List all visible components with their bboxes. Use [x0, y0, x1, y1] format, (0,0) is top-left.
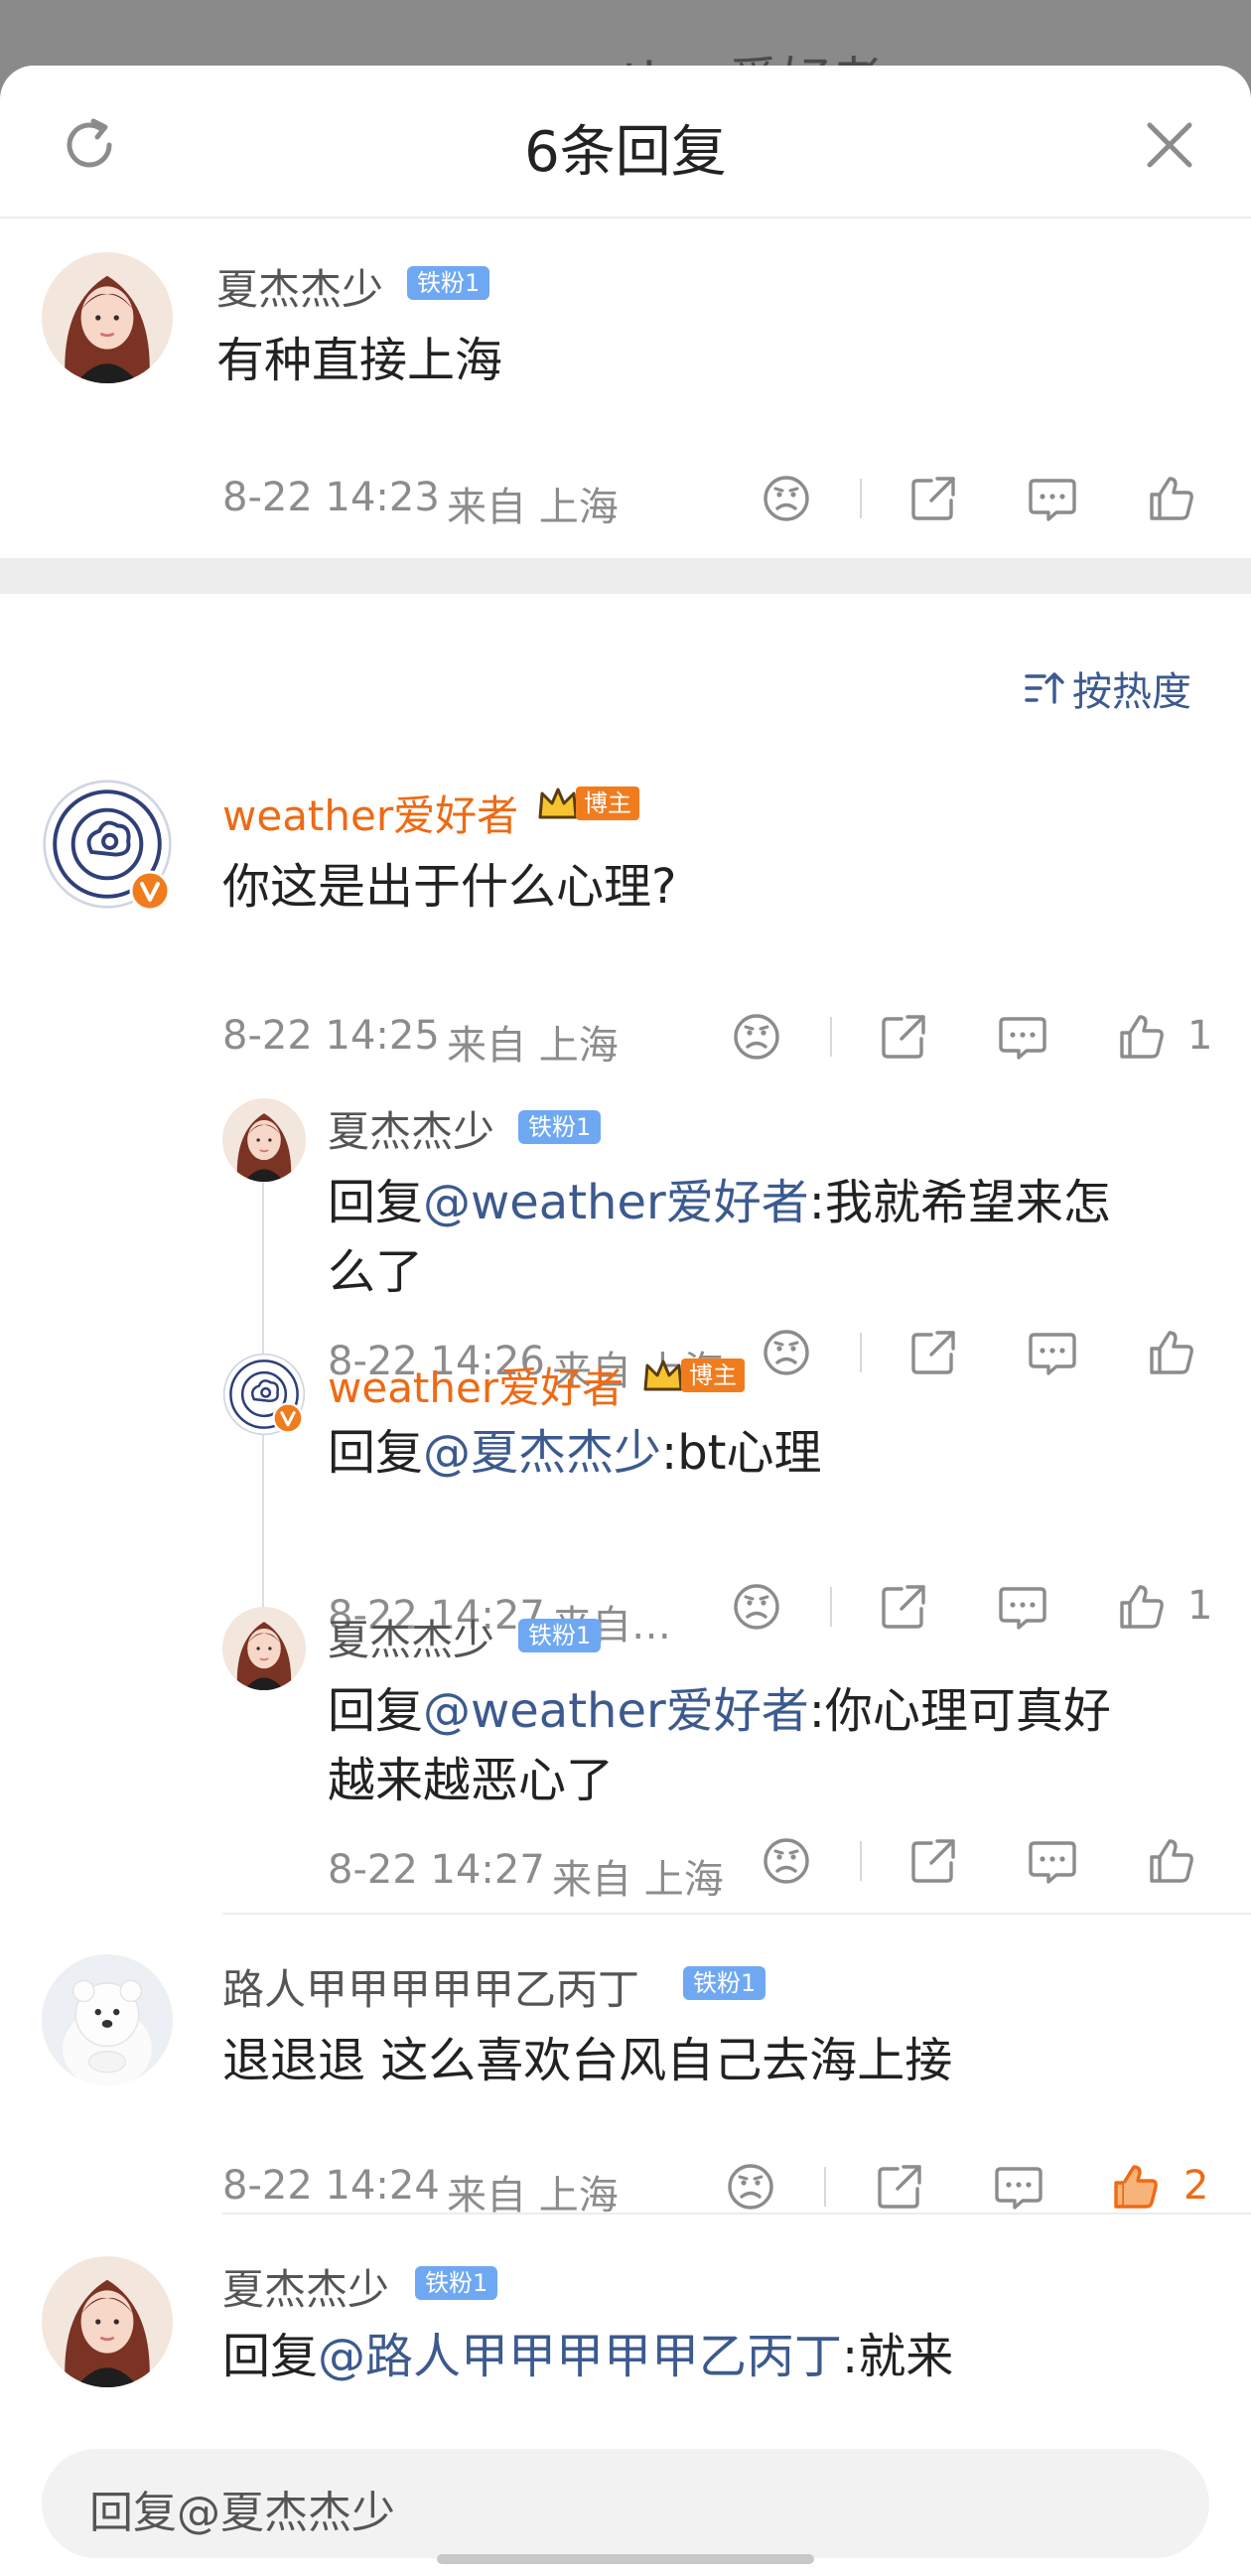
dislike-icon[interactable]	[725, 2161, 776, 2213]
comment-text: 回复@weather爱好者:你心理可真好	[328, 1676, 1111, 1746]
comment-location: 来自 上海	[447, 1023, 619, 1069]
avatar[interactable]	[222, 1607, 306, 1690]
username[interactable]: 夏杰杰少	[216, 256, 383, 317]
like-icon[interactable]	[1146, 473, 1197, 524]
share-icon[interactable]	[878, 1581, 929, 1633]
username[interactable]: 夏杰杰少	[328, 1607, 494, 1667]
sort-icon	[1025, 672, 1064, 704]
avatar[interactable]	[42, 1954, 173, 2085]
avatar[interactable]	[42, 252, 173, 383]
comment-text: 你这是出于什么心理?	[222, 859, 677, 915]
divider	[824, 2167, 826, 2207]
comment-time: 8-22 14:27	[328, 1847, 545, 1893]
comment-icon[interactable]	[1027, 1835, 1078, 1887]
section-divider	[0, 558, 1251, 594]
avatar[interactable]	[222, 1098, 306, 1182]
username[interactable]: 夏杰杰少	[222, 2256, 389, 2317]
comment-icon[interactable]	[1027, 1327, 1078, 1378]
username[interactable]: weather爱好者	[328, 1355, 624, 1415]
like-count: 1	[1187, 1013, 1213, 1059]
dislike-icon[interactable]	[761, 1327, 812, 1378]
username[interactable]: weather爱好者	[222, 783, 518, 843]
comment-time: 8-22 14:25	[222, 1013, 440, 1059]
crown-icon	[538, 787, 578, 819]
share-icon[interactable]	[878, 1011, 929, 1063]
comment-icon[interactable]	[1027, 473, 1078, 524]
fan-badge: 铁粉1	[407, 266, 490, 300]
avatar[interactable]	[42, 2256, 173, 2387]
divider	[222, 2213, 1251, 2215]
divider	[860, 479, 862, 518]
like-icon[interactable]	[1116, 1011, 1168, 1063]
like-icon-active[interactable]	[1110, 2161, 1162, 2213]
divider	[860, 1841, 862, 1881]
reply-prefix: 回复	[328, 1683, 424, 1739]
share-icon[interactable]	[907, 473, 959, 524]
comment-text: 回复@路人甲甲甲甲甲乙丙丁:就来	[222, 2322, 953, 2391]
like-count: 1	[1187, 1583, 1213, 1629]
divider	[830, 1017, 832, 1057]
reply-input[interactable]: 回复@夏杰杰少	[42, 2449, 1209, 2558]
host-badge-label: 博主	[681, 1359, 745, 1392]
username[interactable]: 路人甲甲甲甲甲乙丙丁	[222, 1956, 639, 2017]
like-icon[interactable]	[1146, 1835, 1197, 1887]
close-icon[interactable]	[1140, 115, 1199, 175]
host-badge: 博主	[641, 1357, 745, 1394]
mention-link[interactable]: @夏杰杰少	[423, 1425, 661, 1481]
dislike-icon[interactable]	[731, 1011, 782, 1063]
dislike-icon[interactable]	[761, 1835, 812, 1887]
reply-text: :bt心理	[661, 1425, 822, 1481]
comment-time: 8-22 14:23	[222, 475, 440, 520]
fan-badge: 铁粉1	[518, 1619, 602, 1652]
comment-location: 来自 上海	[447, 485, 619, 530]
comment-icon[interactable]	[993, 2161, 1044, 2213]
comment-icon[interactable]	[997, 1011, 1048, 1063]
reply-prefix: 回复	[328, 1175, 424, 1230]
comment-text: 有种直接上海	[216, 333, 503, 388]
share-icon[interactable]	[874, 2161, 925, 2213]
host-badge: 博主	[536, 785, 639, 822]
home-indicator	[437, 2554, 814, 2564]
crown-icon	[643, 1360, 683, 1391]
comment-text: 回复@weather爱好者:我就希望来怎	[328, 1168, 1111, 1237]
dislike-icon[interactable]	[731, 1581, 782, 1633]
fan-badge: 铁粉1	[518, 1110, 602, 1144]
like-icon[interactable]	[1116, 1581, 1168, 1633]
dislike-icon[interactable]	[761, 473, 812, 524]
divider	[222, 1913, 1251, 1915]
reply-prefix: 回复	[328, 1425, 424, 1481]
fan-badge: 铁粉1	[683, 1966, 766, 2000]
comment-icon[interactable]	[997, 1581, 1048, 1633]
share-icon[interactable]	[907, 1835, 959, 1887]
replies-sheet: 6条回复 夏杰杰少 铁粉1 有种直接上海 8-22 14:23 来自 上海 按热…	[0, 66, 1251, 2576]
like-icon[interactable]	[1146, 1327, 1197, 1378]
sort-button[interactable]: 按热度	[1023, 659, 1191, 717]
verified-icon	[129, 870, 171, 912]
reply-text: :就来	[842, 2329, 954, 2384]
reply-text: :你心理可真好	[808, 1683, 1111, 1739]
divider	[860, 1333, 862, 1372]
host-badge-label: 博主	[576, 787, 639, 820]
divider	[830, 1587, 832, 1627]
mention-link[interactable]: @路人甲甲甲甲甲乙丙丁	[318, 2329, 842, 2384]
like-count: 2	[1183, 2163, 1209, 2209]
mention-link[interactable]: @weather爱好者	[423, 1175, 809, 1230]
comment-text: 退退退 这么喜欢台风自己去海上接	[222, 2033, 953, 2088]
comment-text-continued: 越来越恶心了	[328, 1753, 615, 1808]
sort-label: 按热度	[1072, 669, 1191, 715]
comment-text: 回复@夏杰杰少:bt心理	[328, 1418, 822, 1488]
comment-text-continued: 么了	[328, 1244, 424, 1300]
username[interactable]: 夏杰杰少	[328, 1098, 494, 1159]
share-icon[interactable]	[907, 1327, 959, 1378]
reply-input-placeholder: 回复@夏杰杰少	[89, 2488, 395, 2538]
fan-badge: 铁粉1	[415, 2266, 498, 2300]
comment-location: 来自 上海	[552, 1857, 724, 1903]
sheet-header: 6条回复	[0, 66, 1251, 218]
mention-link[interactable]: @weather爱好者	[423, 1683, 809, 1739]
reply-text: :我就希望来怎	[808, 1175, 1111, 1230]
sheet-title: 6条回复	[524, 120, 727, 185]
verified-icon	[272, 1402, 304, 1434]
reply-prefix: 回复	[222, 2329, 319, 2384]
comment-time: 8-22 14:24	[222, 2163, 440, 2209]
